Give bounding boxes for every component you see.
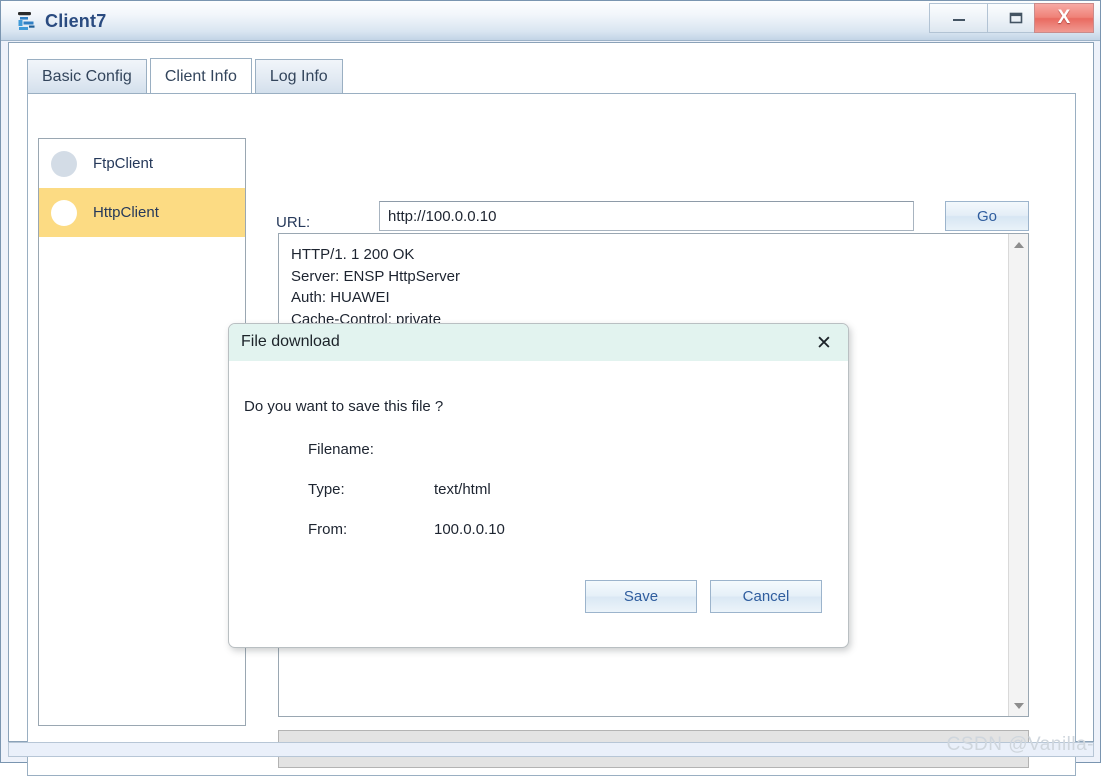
dialog-row-from: From: 100.0.0.10 <box>308 521 505 538</box>
grey-circle-icon <box>51 150 77 177</box>
window-titlebar: Client7 X <box>1 1 1100 41</box>
from-label: From: <box>308 521 348 538</box>
cancel-button[interactable]: Cancel <box>710 580 822 613</box>
dialog-titlebar: File download ✕ <box>229 324 848 362</box>
scroll-up-icon[interactable] <box>1009 235 1028 254</box>
scroll-down-icon[interactable] <box>1009 696 1028 715</box>
window-title: Client7 <box>45 11 107 31</box>
sidebar-item-label: FtpClient <box>93 155 154 172</box>
url-label: URL: <box>276 214 311 231</box>
dialog-question: Do you want to save this file ? <box>244 398 444 415</box>
url-input[interactable] <box>379 201 914 231</box>
client-list: FtpClient HttpClient <box>38 138 246 726</box>
close-icon: X <box>1057 7 1071 28</box>
dialog-row-filename: Filename: <box>308 441 434 458</box>
tab-basic-config[interactable]: Basic Config <box>27 59 147 94</box>
tab-client-info[interactable]: Client Info <box>149 58 252 94</box>
dialog-close-icon[interactable]: ✕ <box>812 331 836 355</box>
sidebar-item-label: HttpClient <box>93 204 159 221</box>
type-value: text/html <box>434 481 491 498</box>
from-value: 100.0.0.10 <box>434 521 505 538</box>
close-button[interactable]: X <box>1034 3 1094 33</box>
tab-bar: Basic Config Client Info Log Info <box>27 58 346 94</box>
vertical-scrollbar[interactable] <box>1008 234 1028 716</box>
dialog-title: File download <box>241 333 340 350</box>
type-label: Type: <box>308 481 345 498</box>
file-download-dialog: File download ✕ Do you want to save this… <box>228 323 849 648</box>
filename-label: Filename: <box>308 441 374 458</box>
dialog-row-type: Type: text/html <box>308 481 491 498</box>
white-circle-icon <box>51 199 77 226</box>
go-button[interactable]: Go <box>945 201 1029 231</box>
client-device-icon <box>15 9 39 33</box>
sidebar-item-ftpclient[interactable]: FtpClient <box>39 139 245 188</box>
minimize-button[interactable] <box>929 3 987 33</box>
save-button[interactable]: Save <box>585 580 697 613</box>
tab-log-info[interactable]: Log Info <box>254 59 343 94</box>
sidebar-item-httpclient[interactable]: HttpClient <box>39 188 245 237</box>
application-window: Client7 X Basic Config Client Info Log I… <box>0 0 1101 776</box>
status-bar <box>8 742 1094 757</box>
